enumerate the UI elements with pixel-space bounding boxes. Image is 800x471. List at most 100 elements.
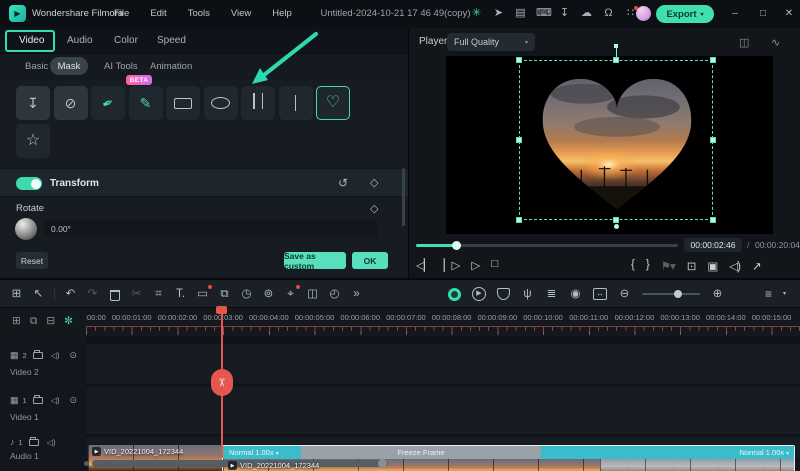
subtab-mask[interactable]: Mask bbox=[50, 57, 88, 75]
screen-record-icon[interactable]: ◉ bbox=[569, 287, 582, 301]
mask-ellipse-tile[interactable] bbox=[203, 86, 238, 120]
handle-bottom-left[interactable] bbox=[516, 217, 522, 223]
copy-clip-icon[interactable]: ⧉ bbox=[218, 287, 231, 301]
export-button[interactable]: Export ▾ bbox=[656, 5, 714, 23]
subtab-basic[interactable]: Basic bbox=[25, 61, 48, 72]
split-screen-icon[interactable]: ◫ bbox=[739, 36, 749, 49]
freeze-frame-section[interactable]: Freeze Frame bbox=[301, 446, 541, 459]
zoom-slider[interactable] bbox=[642, 290, 700, 298]
timer-icon[interactable]: ◴ bbox=[328, 287, 341, 301]
voiceover-mic-icon[interactable]: ψ bbox=[521, 287, 534, 301]
mask-draw-tile[interactable]: ✎ bbox=[128, 86, 163, 120]
menu-edit[interactable]: Edit bbox=[150, 8, 166, 19]
track-manager-icon[interactable]: ≡ bbox=[765, 287, 772, 301]
minimize-button[interactable]: – bbox=[728, 8, 742, 19]
mute-track-icon[interactable]: ◁) bbox=[51, 351, 60, 360]
mute-track-icon[interactable]: ◁) bbox=[47, 438, 56, 447]
user-avatar[interactable] bbox=[636, 6, 651, 21]
menu-help[interactable]: Help bbox=[272, 8, 292, 19]
speed-clock-icon[interactable]: ◷ bbox=[240, 287, 253, 301]
handle-bottom-middle[interactable] bbox=[613, 217, 619, 223]
device-icon[interactable]: ⌨ bbox=[536, 6, 552, 21]
mask-single-line-tile[interactable] bbox=[278, 86, 313, 120]
close-button[interactable]: ✕ bbox=[782, 8, 796, 19]
mark-out-icon[interactable]: } bbox=[646, 259, 650, 273]
split-scissors-icon[interactable]: ✂ bbox=[130, 287, 143, 301]
tab-color[interactable]: Color bbox=[114, 35, 138, 46]
mask-tool-icon[interactable]: ▭ bbox=[196, 285, 212, 301]
undo-icon[interactable]: ↶ bbox=[64, 287, 77, 301]
panel-scrollbar[interactable] bbox=[402, 168, 405, 226]
rotate-keyframe-icon[interactable]: ◇ bbox=[370, 202, 378, 215]
playhead-scissors-badge[interactable]: ✂ bbox=[211, 369, 233, 396]
reset-button[interactable]: Reset bbox=[16, 252, 48, 269]
add-to-track-icon[interactable]: ⊞ bbox=[12, 315, 21, 328]
scrollbar-left-dot[interactable] bbox=[84, 461, 89, 466]
track-lane-video2[interactable] bbox=[86, 344, 800, 384]
pip-icon[interactable]: ◫ bbox=[306, 287, 319, 301]
snapshot-icon[interactable]: ▣ bbox=[707, 259, 718, 273]
tab-speed[interactable]: Speed bbox=[157, 35, 186, 46]
subtab-animation[interactable]: Animation bbox=[150, 61, 192, 72]
track-manager-caret-icon[interactable]: ▾ bbox=[783, 290, 786, 297]
track-lane-video1[interactable] bbox=[86, 387, 800, 434]
delete-icon[interactable] bbox=[108, 287, 121, 301]
chroma-key-icon[interactable] bbox=[448, 287, 461, 301]
rotate-input[interactable]: 0.00° bbox=[44, 220, 378, 237]
mask-star-tile[interactable]: ☆ bbox=[16, 124, 50, 158]
text-tool-icon[interactable]: T. bbox=[174, 287, 187, 301]
hide-track-icon[interactable]: ⊙ bbox=[70, 395, 78, 406]
handle-middle-right[interactable] bbox=[710, 137, 716, 143]
speed-label-right[interactable]: Normal 1.00x ▾ bbox=[740, 446, 789, 459]
mask-selection-box[interactable] bbox=[516, 44, 716, 229]
save-as-custom-button[interactable]: Save as custom bbox=[284, 251, 346, 271]
folder-icon[interactable] bbox=[28, 436, 39, 446]
rotate-dial[interactable] bbox=[15, 218, 37, 240]
tab-audio[interactable]: Audio bbox=[67, 35, 93, 46]
zoom-in-icon[interactable]: ⊕ bbox=[711, 287, 724, 301]
timeline-ruler[interactable]: ⊞⧉⊟✼ 00:00:00:0000:00:01:0000:00:02:0000… bbox=[0, 309, 800, 336]
fullscreen-icon[interactable]: ↗ bbox=[752, 259, 762, 273]
speed-label-left[interactable]: Normal 1.00x ▾ bbox=[229, 446, 278, 459]
maximize-button[interactable]: □ bbox=[756, 8, 770, 19]
project-templates-icon[interactable]: ▤ bbox=[514, 6, 527, 21]
video-clip-left[interactable]: ▶ VID_20221004_172344 bbox=[88, 445, 222, 471]
cloud-upload-icon[interactable]: ☁ bbox=[580, 6, 593, 21]
external-display-icon[interactable]: ⊡ bbox=[687, 259, 697, 273]
keyframe-snowflake-icon[interactable]: ✼ bbox=[64, 315, 73, 328]
folder-icon[interactable] bbox=[32, 350, 43, 359]
stop-icon[interactable]: □ bbox=[491, 258, 498, 272]
mark-in-icon[interactable]: { bbox=[631, 259, 635, 273]
shield-icon[interactable] bbox=[497, 288, 510, 300]
handle-top-middle[interactable] bbox=[613, 57, 619, 63]
volume-icon[interactable]: ◁) bbox=[729, 259, 741, 273]
folder-icon[interactable] bbox=[32, 395, 43, 404]
scrollbar-knob[interactable] bbox=[378, 459, 387, 468]
fit-timeline-icon[interactable]: ↔ bbox=[593, 288, 607, 300]
redo-icon[interactable]: ↷ bbox=[86, 287, 99, 301]
transform-reset-icon[interactable]: ↺ bbox=[338, 176, 348, 190]
handle-top-right[interactable] bbox=[710, 57, 716, 63]
crop-icon[interactable]: ⌗ bbox=[152, 287, 165, 301]
render-preview-icon[interactable]: ▶ bbox=[472, 287, 486, 301]
step-backward-icon[interactable]: ◁▏ bbox=[416, 258, 433, 272]
mask-parallel-lines-tile[interactable] bbox=[241, 86, 275, 120]
zoom-out-icon[interactable]: ⊖ bbox=[618, 287, 631, 301]
handle-middle-left[interactable] bbox=[516, 137, 522, 143]
save-icon[interactable]: ↧ bbox=[558, 6, 571, 21]
transform-keyframe-icon[interactable]: ◇ bbox=[370, 176, 378, 189]
ok-button[interactable]: OK bbox=[352, 252, 388, 269]
hide-track-icon[interactable]: ⊙ bbox=[70, 350, 78, 361]
flag-marker-icon[interactable]: ⚑▾ bbox=[661, 259, 676, 273]
gift-icon[interactable]: ✳ bbox=[470, 6, 483, 21]
play-icon[interactable]: ▷ bbox=[471, 258, 480, 272]
playback-progress-bar[interactable] bbox=[416, 241, 678, 250]
video-clip-selected[interactable]: Normal 1.00x ▾ Freeze Frame Normal 1.00x… bbox=[222, 445, 795, 471]
subtab-ai-tools[interactable]: AI Tools bbox=[104, 61, 138, 72]
color-palette-icon[interactable]: ⊚ bbox=[262, 287, 275, 301]
select-tool-icon[interactable]: ↖ bbox=[32, 287, 45, 301]
mask-heart-tile[interactable]: ♡ bbox=[316, 86, 350, 120]
link-clips-icon[interactable]: ⧉ bbox=[30, 315, 38, 328]
menu-tools[interactable]: Tools bbox=[188, 8, 210, 19]
scopes-panel-icon[interactable]: ∿ bbox=[771, 36, 780, 49]
